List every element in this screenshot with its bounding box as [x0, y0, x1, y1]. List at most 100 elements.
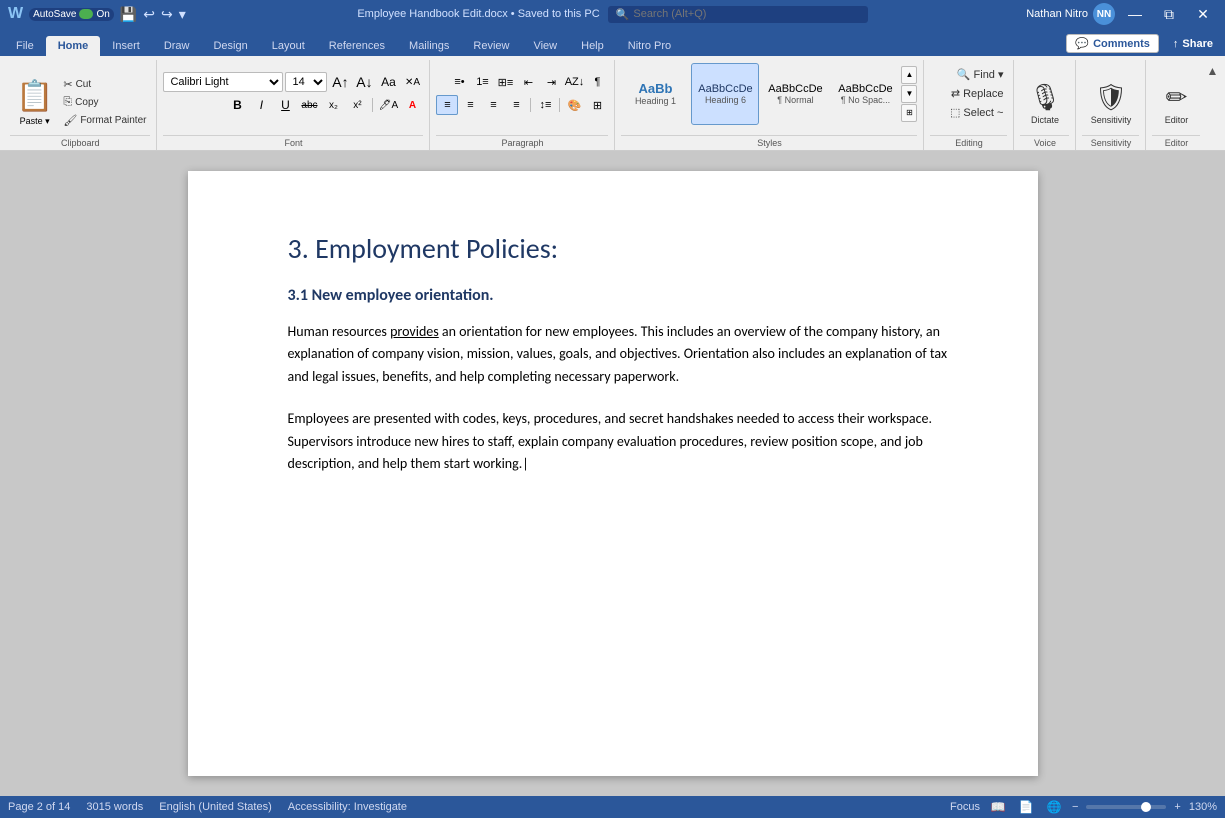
- search-bar[interactable]: 🔍: [608, 6, 868, 23]
- styles-scroll-down[interactable]: ▼: [901, 85, 917, 103]
- style-normal[interactable]: AaBbCcDe ¶ Normal: [761, 63, 829, 125]
- ribbon: 📋 Paste ▾ ✂ Cut ⎘ Copy 🖌 Format Painter: [0, 56, 1225, 151]
- show-marks-button[interactable]: ¶: [586, 72, 608, 92]
- numbering-button[interactable]: 1≡: [471, 72, 493, 92]
- tab-mailings[interactable]: Mailings: [397, 36, 461, 56]
- paste-icon: 📋: [16, 79, 53, 114]
- zoom-thumb: [1141, 802, 1151, 812]
- autosave-status: On: [96, 9, 109, 20]
- tab-file[interactable]: File: [4, 36, 46, 56]
- align-right-button[interactable]: ≡: [482, 95, 504, 115]
- shading-button[interactable]: 🎨: [563, 95, 585, 115]
- replace-button[interactable]: ⇄ Replace: [947, 85, 1008, 102]
- decrease-indent-button[interactable]: ⇤: [517, 72, 539, 92]
- dictate-button[interactable]: 🎙 Dictate: [1020, 80, 1069, 127]
- tab-view[interactable]: View: [521, 36, 569, 56]
- font-size-select[interactable]: 14: [285, 72, 327, 92]
- search-input[interactable]: [633, 8, 853, 20]
- comment-icon: 💬: [1075, 37, 1089, 50]
- italic-button[interactable]: I: [250, 95, 272, 115]
- copy-button[interactable]: ⎘ Copy: [59, 94, 150, 111]
- font-family-select[interactable]: Calibri Light: [163, 72, 283, 92]
- paragraph-label: Paragraph: [436, 135, 608, 150]
- tab-nitro-pro[interactable]: Nitro Pro: [616, 36, 683, 56]
- document-heading1: 3. Employment Policies:: [288, 231, 958, 266]
- text-highlight-button[interactable]: 🖊A: [377, 95, 399, 115]
- font-grow-button[interactable]: A↑: [329, 72, 351, 92]
- sensitivity-button[interactable]: 🛡 Sensitivity: [1083, 80, 1140, 127]
- zoom-plus-button[interactable]: +: [1174, 801, 1180, 813]
- accessibility-status[interactable]: Accessibility: Investigate: [288, 801, 407, 813]
- paste-button[interactable]: 📋 Paste ▾: [10, 77, 59, 129]
- superscript-button[interactable]: x²: [346, 95, 368, 115]
- align-left-button[interactable]: ≡: [436, 95, 458, 115]
- qat-dropdown-icon[interactable]: ▾: [179, 6, 186, 23]
- minimize-button[interactable]: —: [1121, 0, 1149, 28]
- line-spacing-button[interactable]: ↕≡: [534, 95, 556, 115]
- tab-layout[interactable]: Layout: [260, 36, 317, 56]
- restore-button[interactable]: ⧉: [1155, 0, 1183, 28]
- cut-button[interactable]: ✂ Cut: [59, 76, 150, 93]
- style-heading1[interactable]: AaBb Heading 1: [621, 63, 689, 125]
- subscript-button[interactable]: x₂: [322, 95, 344, 115]
- title-center: Employee Handbook Edit.docx • Saved to t…: [310, 6, 915, 23]
- page-info: Page 2 of 14: [8, 801, 70, 813]
- align-center-button[interactable]: ≡: [459, 95, 481, 115]
- zoom-slider[interactable]: [1086, 805, 1166, 809]
- view-print-button[interactable]: 📄: [1016, 799, 1036, 815]
- zoom-minus-button[interactable]: −: [1072, 801, 1078, 813]
- format-painter-button[interactable]: 🖌 Format Painter: [59, 112, 150, 129]
- document-scroll[interactable]: 3. Employment Policies: 3.1 New employee…: [0, 151, 1225, 796]
- borders-button[interactable]: ⊞: [586, 95, 608, 115]
- share-button[interactable]: ↑ Share: [1165, 36, 1221, 52]
- share-icon: ↑: [1173, 38, 1179, 50]
- dictate-icon: 🎙: [1028, 82, 1061, 113]
- strikethrough-button[interactable]: abc: [298, 95, 320, 115]
- styles-scroll-up[interactable]: ▲: [901, 66, 917, 84]
- tab-help[interactable]: Help: [569, 36, 616, 56]
- sort-button[interactable]: AZ↓: [563, 72, 585, 92]
- tab-insert[interactable]: Insert: [100, 36, 152, 56]
- view-read-button[interactable]: 📖: [988, 799, 1008, 815]
- find-button[interactable]: 🔍 Find ▾: [953, 66, 1008, 83]
- tab-home[interactable]: Home: [46, 36, 101, 56]
- select-button[interactable]: ⬚ Select ~: [946, 104, 1007, 121]
- tab-draw[interactable]: Draw: [152, 36, 202, 56]
- bullets-button[interactable]: ≡•: [448, 72, 470, 92]
- font-color-button[interactable]: A: [401, 95, 423, 115]
- style-no-spacing[interactable]: AaBbCcDe ¶ No Spac...: [831, 63, 899, 125]
- ribbon-collapse-button[interactable]: ▲: [1206, 64, 1218, 78]
- provides-link: provides: [390, 323, 439, 340]
- bold-button[interactable]: B: [226, 95, 248, 115]
- document-page: 3. Employment Policies: 3.1 New employee…: [188, 171, 1038, 776]
- tab-references[interactable]: References: [317, 36, 397, 56]
- tab-design[interactable]: Design: [201, 36, 259, 56]
- paragraph-group: ≡• 1≡ ⊞≡ ⇤ ⇥ AZ↓ ¶ ≡ ≡ ≡ ≡ ↕≡ 🎨: [430, 60, 615, 150]
- view-web-button[interactable]: 🌐: [1044, 799, 1064, 815]
- undo-icon[interactable]: ↩: [143, 6, 155, 23]
- word-icon: W: [8, 5, 23, 23]
- font-label: Font: [163, 135, 423, 150]
- redo-icon[interactable]: ↪: [161, 6, 173, 23]
- tab-review[interactable]: Review: [461, 36, 521, 56]
- comments-button[interactable]: 💬 Comments: [1066, 34, 1159, 53]
- status-bar: Page 2 of 14 3015 words English (United …: [0, 796, 1225, 818]
- underline-button[interactable]: U: [274, 95, 296, 115]
- editor-button[interactable]: ✏ Editor: [1157, 80, 1197, 127]
- multilevel-button[interactable]: ⊞≡: [494, 72, 516, 92]
- save-icon[interactable]: 💾: [120, 6, 137, 23]
- clipboard-group: 📋 Paste ▾ ✂ Cut ⎘ Copy 🖌 Format Painter: [4, 60, 157, 150]
- clear-format-button[interactable]: ✕A: [401, 72, 423, 92]
- font-shrink-button[interactable]: A↓: [353, 72, 375, 92]
- zoom-level[interactable]: 130%: [1189, 801, 1217, 813]
- close-button[interactable]: ✕: [1189, 0, 1217, 28]
- justify-button[interactable]: ≡: [505, 95, 527, 115]
- autosave-label: AutoSave: [33, 9, 76, 20]
- replace-icon: ⇄: [951, 87, 960, 100]
- increase-indent-button[interactable]: ⇥: [540, 72, 562, 92]
- style-heading6[interactable]: AaBbCcDe Heading 6: [691, 63, 759, 125]
- change-case-button[interactable]: Aa: [377, 72, 399, 92]
- styles-expand[interactable]: ⊞: [901, 104, 917, 122]
- focus-button[interactable]: Focus: [950, 801, 980, 813]
- autosave-toggle[interactable]: AutoSave On: [29, 8, 114, 21]
